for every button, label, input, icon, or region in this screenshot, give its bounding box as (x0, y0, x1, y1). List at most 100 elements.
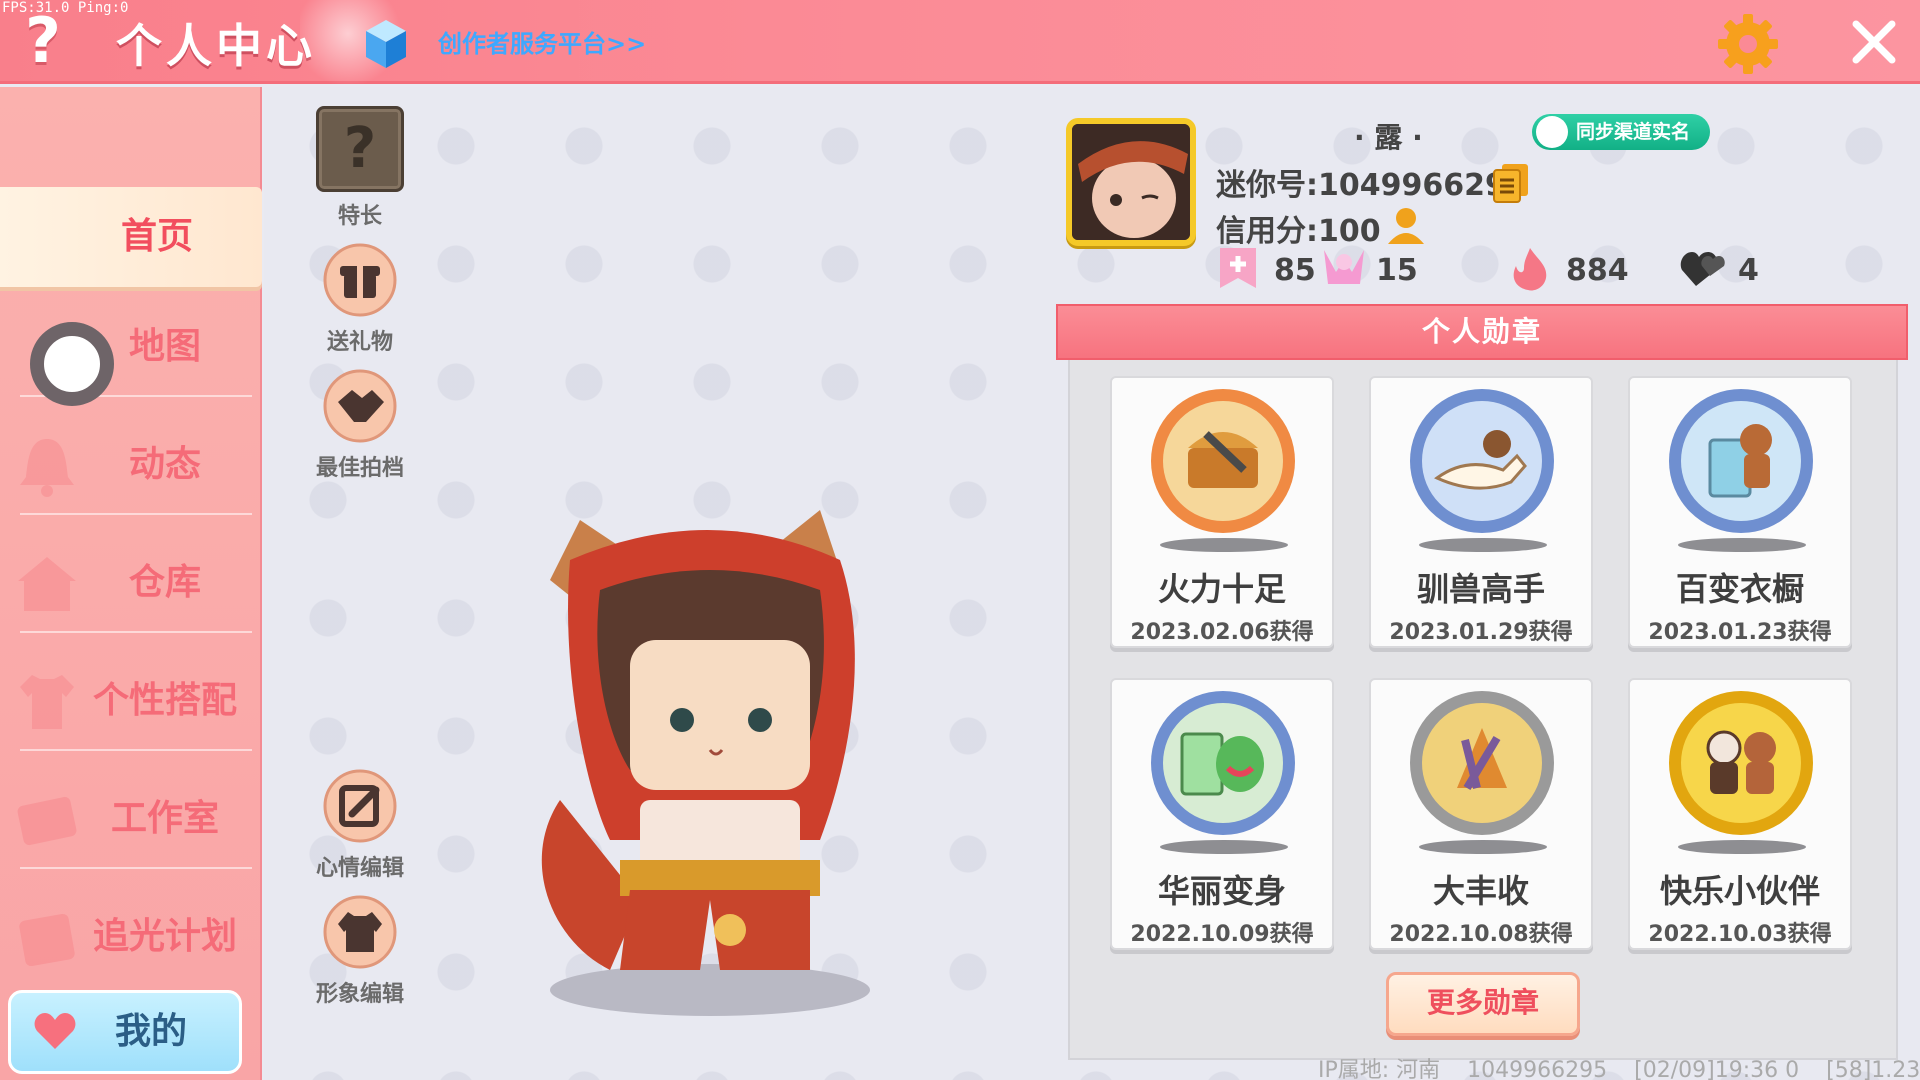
cube-icon[interactable] (364, 18, 408, 70)
sync-realname-button[interactable]: 同步渠道实名 (1532, 114, 1710, 150)
medal-card[interactable]: 华丽变身 2022.10.09获得 (1110, 678, 1334, 950)
sidebar-item-home[interactable]: 首页 (0, 187, 262, 287)
medal-shadow (1678, 840, 1806, 854)
medal-date: 2022.10.08获得 (1389, 922, 1573, 947)
send-gift-button[interactable]: 送礼物 (305, 242, 415, 356)
sidebar-item-label: 追光计划 (92, 916, 237, 957)
trophy-icon (1324, 250, 1364, 284)
outfit-icon (323, 895, 397, 969)
medal-card[interactable]: 快乐小伙伴 2022.10.03获得 (1628, 678, 1852, 950)
best-partner-button[interactable]: 最佳拍档 (305, 368, 415, 482)
flame-icon (1513, 248, 1547, 291)
mood-edit-button[interactable]: 心情编辑 (305, 768, 415, 882)
stat-value: 4 (1738, 253, 1759, 288)
divider (20, 749, 252, 751)
sidebar-item-me[interactable]: 我的 (8, 990, 242, 1074)
medal-transform-icon (1151, 691, 1295, 835)
medal-name: 快乐小伙伴 (1659, 872, 1820, 910)
page-title: 个人中心 (116, 19, 316, 73)
medal-name: 华丽变身 (1157, 872, 1286, 910)
top-bar: ? 个人中心 创作者服务平台>> (0, 0, 1920, 84)
specialty-button[interactable]: ? 特长 (305, 106, 415, 230)
medal-beast-tamer-icon (1410, 389, 1554, 533)
divider (20, 867, 252, 869)
medal-shadow (1160, 538, 1288, 552)
medal-name: 火力十足 (1157, 570, 1286, 608)
medals-header: 个人勋章 (1056, 304, 1908, 360)
house-icon (18, 557, 76, 611)
close-icon[interactable] (1846, 14, 1902, 70)
avatar-portrait (1072, 124, 1190, 240)
stat-hearts: 4 (1680, 246, 1780, 292)
sidebar: 首页 地图 动态 仓库 个性搭配 工作室 追光计划 我的 (0, 87, 262, 1080)
fps-readout: FPS:31.0 Ping:0 (2, 0, 129, 16)
edit-icon (323, 769, 397, 843)
sidebar-item-label: 地图 (128, 326, 201, 367)
medal-name: 驯兽高手 (1416, 570, 1545, 608)
sidebar-item-label: 首页 (120, 216, 193, 257)
sidebar-item-studio[interactable]: 工作室 (0, 769, 262, 869)
ip-location: IP属地: 河南 (1318, 1058, 1441, 1080)
medal-shadow (1160, 840, 1288, 854)
sidebar-item-feed[interactable]: 动态 (0, 415, 262, 515)
help-button[interactable]: ? (14, 6, 72, 76)
medal-shadow (1678, 538, 1806, 552)
creator-platform-link[interactable]: 创作者服务平台>> (438, 24, 646, 59)
sidebar-item-chase-light[interactable]: 追光计划 (0, 887, 262, 987)
sidebar-item-label: 我的 (114, 1011, 187, 1052)
calendar-icon (19, 913, 75, 967)
stat-fans: 15 (1318, 246, 1438, 292)
medal-name: 大丰收 (1432, 872, 1529, 910)
medal-date: 2022.10.09获得 (1130, 922, 1314, 947)
footer-uid: 1049966295 (1467, 1058, 1608, 1080)
medal-friends-icon (1669, 691, 1813, 835)
sidebar-item-outfit[interactable]: 个性搭配 (0, 651, 262, 751)
divider (20, 513, 252, 515)
medal-shadow (1419, 840, 1547, 854)
medal-card[interactable]: 驯兽高手 2023.01.29获得 (1369, 376, 1593, 648)
more-medals-button[interactable]: 更多勋章 (1386, 972, 1580, 1036)
heart-icon (34, 1013, 76, 1049)
avatar[interactable] (1066, 118, 1196, 246)
gear-icon[interactable] (1716, 12, 1780, 76)
bell-icon (20, 439, 74, 497)
shirt-icon (20, 675, 74, 729)
medal-shadow (1419, 538, 1547, 552)
action-label: 送礼物 (326, 330, 393, 355)
action-label: 形象编辑 (315, 982, 404, 1007)
floating-control-button[interactable] (30, 322, 114, 406)
medal-card[interactable]: 大丰收 2022.10.08获得 (1369, 678, 1593, 950)
medal-chest-icon (1151, 389, 1295, 533)
medal-card[interactable]: 火力十足 2023.02.06获得 (1110, 376, 1334, 648)
copy-icon[interactable] (1492, 162, 1530, 204)
medal-wardrobe-icon (1669, 389, 1813, 533)
credit-score: 信用分:100 (1216, 214, 1381, 249)
player-character[interactable] (520, 500, 900, 1020)
sync-label: 同步渠道实名 (1576, 121, 1691, 143)
user-check-icon (1536, 116, 1568, 148)
sidebar-item-label: 工作室 (110, 798, 219, 839)
stat-popularity: 884 (1508, 246, 1648, 292)
divider (20, 631, 252, 633)
studio-icon (17, 796, 77, 846)
bookmark-icon (1220, 248, 1256, 288)
sidebar-item-warehouse[interactable]: 仓库 (0, 533, 262, 633)
medal-card[interactable]: 百变衣橱 2023.01.23获得 (1628, 376, 1852, 648)
hearts-icon (1680, 252, 1725, 286)
medal-date: 2022.10.03获得 (1648, 922, 1832, 947)
handshake-icon (323, 369, 397, 443)
credit-user-icon[interactable] (1384, 204, 1428, 248)
footer-version: [58]1.23.5 (1826, 1058, 1920, 1080)
nickname: · 露 · (1354, 121, 1423, 154)
appearance-edit-button[interactable]: 形象编辑 (305, 894, 415, 1008)
medal-date: 2023.01.29获得 (1389, 620, 1573, 645)
medal-date: 2023.01.23获得 (1648, 620, 1832, 645)
action-label: 最佳拍档 (315, 456, 404, 481)
sidebar-item-label: 仓库 (128, 562, 201, 603)
medal-harvest-icon (1410, 691, 1554, 835)
sidebar-item-label: 动态 (128, 444, 201, 485)
medal-date: 2023.02.06获得 (1130, 620, 1314, 645)
mini-id: 迷你号:1049966295 (1216, 168, 1527, 203)
action-label: 特长 (337, 204, 382, 229)
gift-icon (323, 243, 397, 317)
